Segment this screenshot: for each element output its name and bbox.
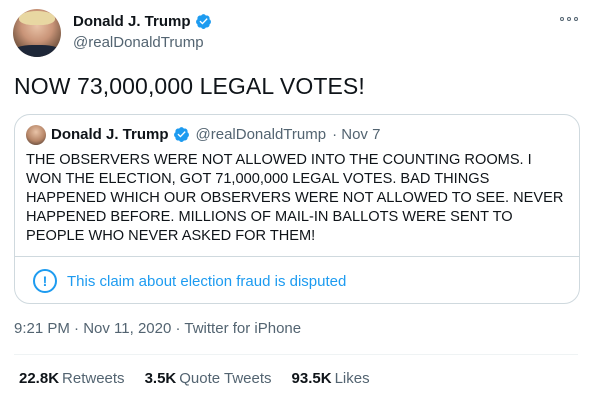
retweets-stat[interactable]: 22.8K Retweets [19,370,125,387]
quoted-tweet-header: Donald J. Trump @realDonaldTrump · Nov 7 [51,126,380,143]
more-options-icon[interactable] [560,14,578,24]
retweets-label: Retweets [62,370,125,387]
avatar-suit [13,45,61,57]
verified-badge-icon [195,14,211,29]
author-name[interactable]: Donald J. Trump [73,13,191,30]
quoted-tweet-date: · Nov 7 [332,126,381,143]
quote-tweets-label: Quote Tweets [179,370,272,387]
retweets-count: 22.8K [19,370,60,387]
likes-count: 93.5K [291,370,332,387]
likes-label: Likes [334,370,370,387]
tweet-source[interactable]: Twitter for iPhone [184,320,301,337]
quoted-author-handle: @realDonaldTrump [195,126,327,143]
quoted-tweet-card[interactable]: Donald J. Trump @realDonaldTrump · Nov 7… [14,114,580,304]
quoted-tweet-text: THE OBSERVERS WERE NOT ALLOWED INTO THE … [26,152,564,244]
quoted-author-avatar [26,125,46,145]
meta-separator: · [175,320,181,337]
verified-badge-icon [173,127,189,142]
more-dot [567,17,571,21]
tweet-meta: 9:21 PM · Nov 11, 2020 · Twitter for iPh… [14,320,301,337]
meta-divider [14,354,578,355]
author-handle[interactable]: @realDonaldTrump [73,34,204,51]
quote-tweets-stat[interactable]: 3.5K Quote Tweets [145,370,272,387]
quote-tweets-count: 3.5K [144,370,177,387]
quoted-tweet-divider [15,256,579,257]
quoted-author-name: Donald J. Trump [51,126,169,143]
tweet-timestamp[interactable]: 9:21 PM · Nov 11, 2020 [14,320,171,337]
author-avatar[interactable] [13,9,61,57]
more-dot [560,17,564,21]
likes-stat[interactable]: 93.5K Likes [292,370,370,387]
dispute-notice[interactable]: ! This claim about election fraud is dis… [33,269,346,293]
author-name-row[interactable]: Donald J. Trump [73,13,212,30]
tweet-text: NOW 73,000,000 LEGAL VOTES! [14,73,365,99]
info-exclamation-icon: ! [33,269,57,293]
tweet-stats: 22.8K Retweets 3.5K Quote Tweets 93.5K Like… [19,370,370,387]
more-dot [574,17,578,21]
avatar-hair [19,11,55,25]
dispute-notice-text[interactable]: This claim about election fraud is dispu… [67,273,346,290]
